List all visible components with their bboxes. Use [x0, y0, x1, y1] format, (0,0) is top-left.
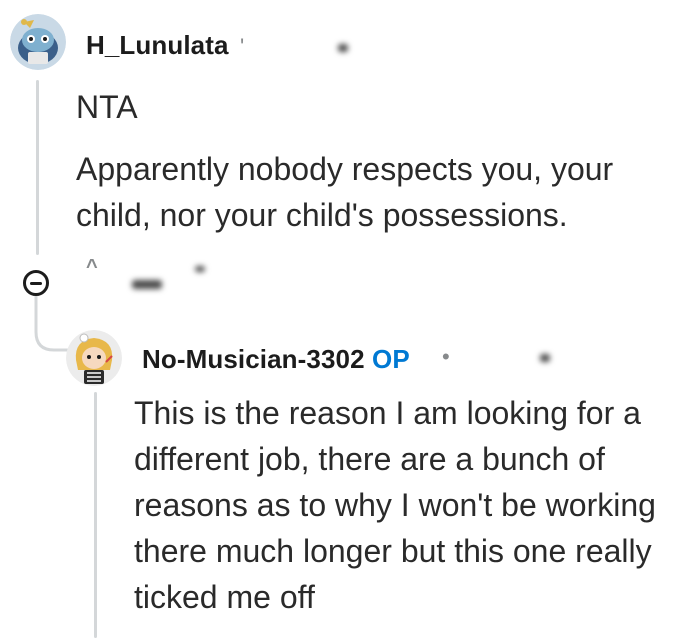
comment-author[interactable]: No-Musician-3302 OP — [142, 344, 410, 375]
snoo-avatar-icon — [10, 14, 66, 70]
redacted-action — [195, 266, 205, 272]
comment-body: NTA — [76, 84, 676, 130]
op-badge: OP — [372, 344, 410, 374]
comment-paragraph: This is the reason I am looking for a di… — [134, 395, 656, 615]
redacted-metadata — [338, 44, 348, 52]
comment-paragraph: Apparently nobody respects you, your chi… — [76, 151, 614, 233]
comment-paragraph: NTA — [76, 89, 138, 125]
reply-connector — [34, 296, 70, 352]
avatar[interactable] — [66, 330, 122, 386]
comment-body: Apparently nobody respects you, your chi… — [76, 146, 646, 238]
thread-line[interactable] — [36, 80, 39, 255]
snoo-avatar-icon — [66, 330, 122, 386]
meta-separator: ' — [240, 34, 245, 59]
redacted-score — [132, 280, 162, 289]
thread-line[interactable] — [94, 392, 97, 638]
avatar[interactable] — [10, 14, 66, 70]
collapse-thread-icon[interactable] — [23, 270, 49, 296]
author-name[interactable]: No-Musician-3302 — [142, 344, 365, 374]
meta-separator: • — [442, 344, 450, 369]
comment-author[interactable]: H_Lunulata — [86, 30, 229, 61]
redacted-metadata — [540, 354, 550, 362]
comment-body: This is the reason I am looking for a di… — [134, 390, 682, 620]
upvote-arrow-icon[interactable]: ^ — [86, 256, 98, 279]
